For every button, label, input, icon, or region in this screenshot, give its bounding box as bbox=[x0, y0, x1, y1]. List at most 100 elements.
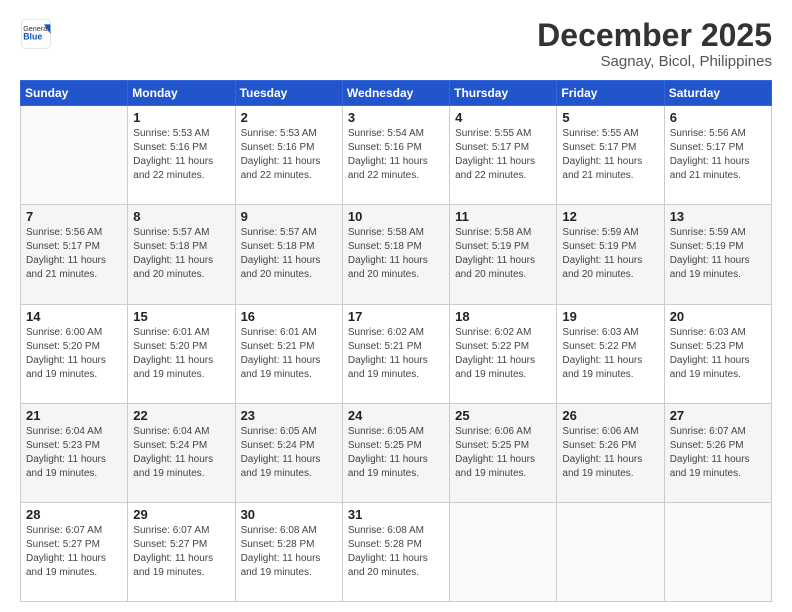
table-row: 26 Sunrise: 6:06 AM Sunset: 5:26 PM Dayli… bbox=[557, 403, 664, 502]
table-row: 4 Sunrise: 5:55 AM Sunset: 5:17 PM Daylig… bbox=[450, 106, 557, 205]
table-row: 5 Sunrise: 5:55 AM Sunset: 5:17 PM Daylig… bbox=[557, 106, 664, 205]
cell-info: Sunrise: 5:56 AM Sunset: 5:17 PM Dayligh… bbox=[26, 226, 122, 282]
col-wednesday: Wednesday bbox=[342, 81, 449, 106]
cell-date: 2 bbox=[241, 110, 337, 125]
cell-date: 17 bbox=[348, 309, 444, 324]
table-row: 3 Sunrise: 5:54 AM Sunset: 5:16 PM Daylig… bbox=[342, 106, 449, 205]
table-row: 11 Sunrise: 5:58 AM Sunset: 5:19 PM Dayli… bbox=[450, 205, 557, 304]
month-title: December 2025 bbox=[537, 18, 772, 53]
col-monday: Monday bbox=[128, 81, 235, 106]
calendar-header-row: Sunday Monday Tuesday Wednesday Thursday… bbox=[21, 81, 772, 106]
table-row: 17Sunrise: 6:02 AM Sunset: 5:21 PM Dayli… bbox=[342, 304, 449, 403]
table-row: 28 Sunrise: 6:07 AM Sunset: 5:27 PM Dayli… bbox=[21, 502, 128, 601]
cell-date: 30 bbox=[241, 507, 337, 522]
svg-text:Blue: Blue bbox=[23, 32, 42, 42]
cell-info: Sunrise: 6:00 AM Sunset: 5:20 PM Dayligh… bbox=[26, 326, 122, 382]
cell-info: Sunrise: 6:06 AM Sunset: 5:26 PM Dayligh… bbox=[562, 425, 658, 481]
cell-date: 8 bbox=[133, 209, 229, 224]
cell-date: 9 bbox=[241, 209, 337, 224]
col-tuesday: Tuesday bbox=[235, 81, 342, 106]
cell-info: Sunrise: 6:07 AM Sunset: 5:27 PM Dayligh… bbox=[133, 524, 229, 580]
cell-info: Sunrise: 5:54 AM Sunset: 5:16 PM Dayligh… bbox=[348, 127, 444, 183]
calendar-week-row: 21Sunrise: 6:04 AM Sunset: 5:23 PM Dayli… bbox=[21, 403, 772, 502]
cell-date: 22 bbox=[133, 408, 229, 423]
cell-info: Sunrise: 6:02 AM Sunset: 5:22 PM Dayligh… bbox=[455, 326, 551, 382]
header: General Blue December 2025 Sagnay, Bicol… bbox=[20, 18, 772, 70]
cell-date: 15 bbox=[133, 309, 229, 324]
cell-info: Sunrise: 5:57 AM Sunset: 5:18 PM Dayligh… bbox=[133, 226, 229, 282]
table-row bbox=[557, 502, 664, 601]
calendar-week-row: 28 Sunrise: 6:07 AM Sunset: 5:27 PM Dayli… bbox=[21, 502, 772, 601]
cell-date: 5 bbox=[562, 110, 658, 125]
cell-date: 28 bbox=[26, 507, 122, 522]
table-row: 20Sunrise: 6:03 AM Sunset: 5:23 PM Dayli… bbox=[664, 304, 771, 403]
calendar-week-row: 7 Sunrise: 5:56 AM Sunset: 5:17 PM Daylig… bbox=[21, 205, 772, 304]
cell-date: 13 bbox=[670, 209, 766, 224]
cell-date: 24 bbox=[348, 408, 444, 423]
cell-info: Sunrise: 5:53 AM Sunset: 5:16 PM Dayligh… bbox=[133, 127, 229, 183]
cell-info: Sunrise: 6:04 AM Sunset: 5:24 PM Dayligh… bbox=[133, 425, 229, 481]
cell-info: Sunrise: 6:07 AM Sunset: 5:27 PM Dayligh… bbox=[26, 524, 122, 580]
cell-date: 7 bbox=[26, 209, 122, 224]
page: General Blue December 2025 Sagnay, Bicol… bbox=[0, 0, 792, 612]
cell-info: Sunrise: 6:01 AM Sunset: 5:20 PM Dayligh… bbox=[133, 326, 229, 382]
table-row: 16 Sunrise: 6:01 AM Sunset: 5:21 PM Dayli… bbox=[235, 304, 342, 403]
location: Sagnay, Bicol, Philippines bbox=[537, 53, 772, 70]
table-row bbox=[664, 502, 771, 601]
table-row: 22 Sunrise: 6:04 AM Sunset: 5:24 PM Dayli… bbox=[128, 403, 235, 502]
table-row: 10 Sunrise: 5:58 AM Sunset: 5:18 PM Dayli… bbox=[342, 205, 449, 304]
col-thursday: Thursday bbox=[450, 81, 557, 106]
table-row: 27 Sunrise: 6:07 AM Sunset: 5:26 PM Dayli… bbox=[664, 403, 771, 502]
cell-info: Sunrise: 6:07 AM Sunset: 5:26 PM Dayligh… bbox=[670, 425, 766, 481]
table-row: 1Sunrise: 5:53 AM Sunset: 5:16 PM Daylig… bbox=[128, 106, 235, 205]
cell-info: Sunrise: 5:55 AM Sunset: 5:17 PM Dayligh… bbox=[562, 127, 658, 183]
cell-date: 26 bbox=[562, 408, 658, 423]
table-row: 13Sunrise: 5:59 AM Sunset: 5:19 PM Dayli… bbox=[664, 205, 771, 304]
logo-icon: General Blue bbox=[20, 18, 52, 50]
table-row: 30Sunrise: 6:08 AM Sunset: 5:28 PM Dayli… bbox=[235, 502, 342, 601]
table-row: 2Sunrise: 5:53 AM Sunset: 5:16 PM Daylig… bbox=[235, 106, 342, 205]
table-row: 9 Sunrise: 5:57 AM Sunset: 5:18 PM Daylig… bbox=[235, 205, 342, 304]
cell-date: 11 bbox=[455, 209, 551, 224]
calendar-week-row: 14Sunrise: 6:00 AM Sunset: 5:20 PM Dayli… bbox=[21, 304, 772, 403]
cell-date: 6 bbox=[670, 110, 766, 125]
table-row bbox=[21, 106, 128, 205]
cell-date: 4 bbox=[455, 110, 551, 125]
table-row: 21Sunrise: 6:04 AM Sunset: 5:23 PM Dayli… bbox=[21, 403, 128, 502]
cell-info: Sunrise: 5:58 AM Sunset: 5:18 PM Dayligh… bbox=[348, 226, 444, 282]
col-saturday: Saturday bbox=[664, 81, 771, 106]
table-row: 24 Sunrise: 6:05 AM Sunset: 5:25 PM Dayli… bbox=[342, 403, 449, 502]
cell-info: Sunrise: 6:06 AM Sunset: 5:25 PM Dayligh… bbox=[455, 425, 551, 481]
table-row: 18 Sunrise: 6:02 AM Sunset: 5:22 PM Dayli… bbox=[450, 304, 557, 403]
table-row: 15 Sunrise: 6:01 AM Sunset: 5:20 PM Dayli… bbox=[128, 304, 235, 403]
cell-date: 19 bbox=[562, 309, 658, 324]
table-row: 25 Sunrise: 6:06 AM Sunset: 5:25 PM Dayli… bbox=[450, 403, 557, 502]
cell-info: Sunrise: 5:56 AM Sunset: 5:17 PM Dayligh… bbox=[670, 127, 766, 183]
cell-date: 3 bbox=[348, 110, 444, 125]
cell-date: 31 bbox=[348, 507, 444, 522]
cell-date: 23 bbox=[241, 408, 337, 423]
cell-info: Sunrise: 6:08 AM Sunset: 5:28 PM Dayligh… bbox=[348, 524, 444, 580]
col-friday: Friday bbox=[557, 81, 664, 106]
cell-date: 18 bbox=[455, 309, 551, 324]
cell-info: Sunrise: 6:03 AM Sunset: 5:23 PM Dayligh… bbox=[670, 326, 766, 382]
cell-date: 21 bbox=[26, 408, 122, 423]
table-row: 14Sunrise: 6:00 AM Sunset: 5:20 PM Dayli… bbox=[21, 304, 128, 403]
cell-info: Sunrise: 5:58 AM Sunset: 5:19 PM Dayligh… bbox=[455, 226, 551, 282]
table-row: 29Sunrise: 6:07 AM Sunset: 5:27 PM Dayli… bbox=[128, 502, 235, 601]
calendar: Sunday Monday Tuesday Wednesday Thursday… bbox=[20, 80, 772, 602]
table-row: 31 Sunrise: 6:08 AM Sunset: 5:28 PM Dayli… bbox=[342, 502, 449, 601]
cell-info: Sunrise: 5:57 AM Sunset: 5:18 PM Dayligh… bbox=[241, 226, 337, 282]
cell-info: Sunrise: 6:05 AM Sunset: 5:25 PM Dayligh… bbox=[348, 425, 444, 481]
table-row: 6 Sunrise: 5:56 AM Sunset: 5:17 PM Daylig… bbox=[664, 106, 771, 205]
cell-info: Sunrise: 6:03 AM Sunset: 5:22 PM Dayligh… bbox=[562, 326, 658, 382]
cell-info: Sunrise: 5:55 AM Sunset: 5:17 PM Dayligh… bbox=[455, 127, 551, 183]
cell-info: Sunrise: 6:01 AM Sunset: 5:21 PM Dayligh… bbox=[241, 326, 337, 382]
cell-date: 10 bbox=[348, 209, 444, 224]
cell-date: 25 bbox=[455, 408, 551, 423]
table-row: 7 Sunrise: 5:56 AM Sunset: 5:17 PM Daylig… bbox=[21, 205, 128, 304]
cell-date: 16 bbox=[241, 309, 337, 324]
cell-date: 12 bbox=[562, 209, 658, 224]
table-row: 19 Sunrise: 6:03 AM Sunset: 5:22 PM Dayli… bbox=[557, 304, 664, 403]
cell-date: 27 bbox=[670, 408, 766, 423]
